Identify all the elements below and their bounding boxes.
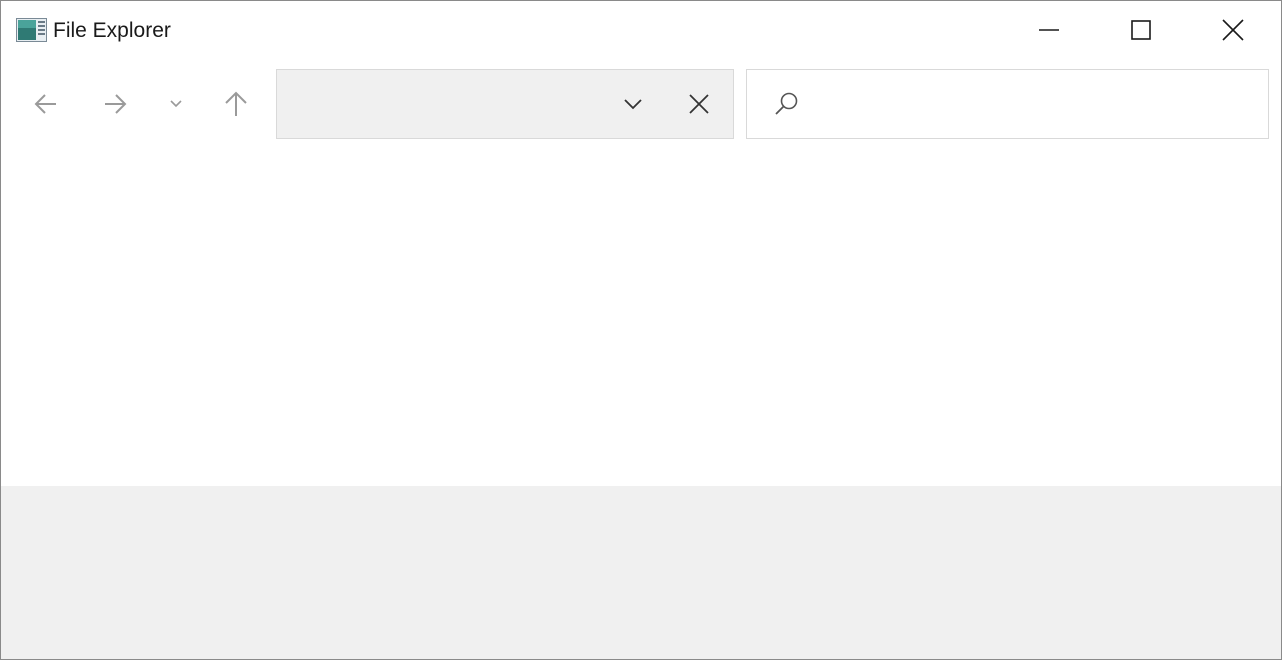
forward-button[interactable] [95,84,135,124]
file-explorer-app-icon [16,18,47,42]
minimize-button[interactable] [1003,1,1095,59]
close-icon [1222,19,1244,41]
file-explorer-window: File Explorer [0,0,1282,660]
title-bar[interactable]: File Explorer [1,1,1281,61]
close-icon [689,94,709,114]
arrow-left-icon [34,94,56,114]
arrow-right-icon [105,94,127,114]
maximize-button[interactable] [1095,1,1187,59]
address-clear-button[interactable] [679,84,719,124]
navigation-bar [1,61,1281,147]
search-icon [775,92,798,115]
search-box[interactable] [746,69,1269,139]
window-title: File Explorer [53,19,171,42]
recent-locations-button[interactable] [161,84,191,124]
search-input[interactable] [811,88,1255,122]
address-bar[interactable] [276,69,734,139]
chevron-down-icon [170,100,182,108]
chevron-down-icon [624,99,642,110]
up-button[interactable] [216,84,256,124]
arrow-up-icon [225,91,247,116]
address-dropdown-button[interactable] [613,84,653,124]
content-pane[interactable] [1,147,1281,486]
footer-area [1,486,1281,659]
close-button[interactable] [1187,1,1279,59]
back-button[interactable] [26,84,66,124]
maximize-icon [1131,20,1151,40]
minimize-icon [1039,29,1059,31]
